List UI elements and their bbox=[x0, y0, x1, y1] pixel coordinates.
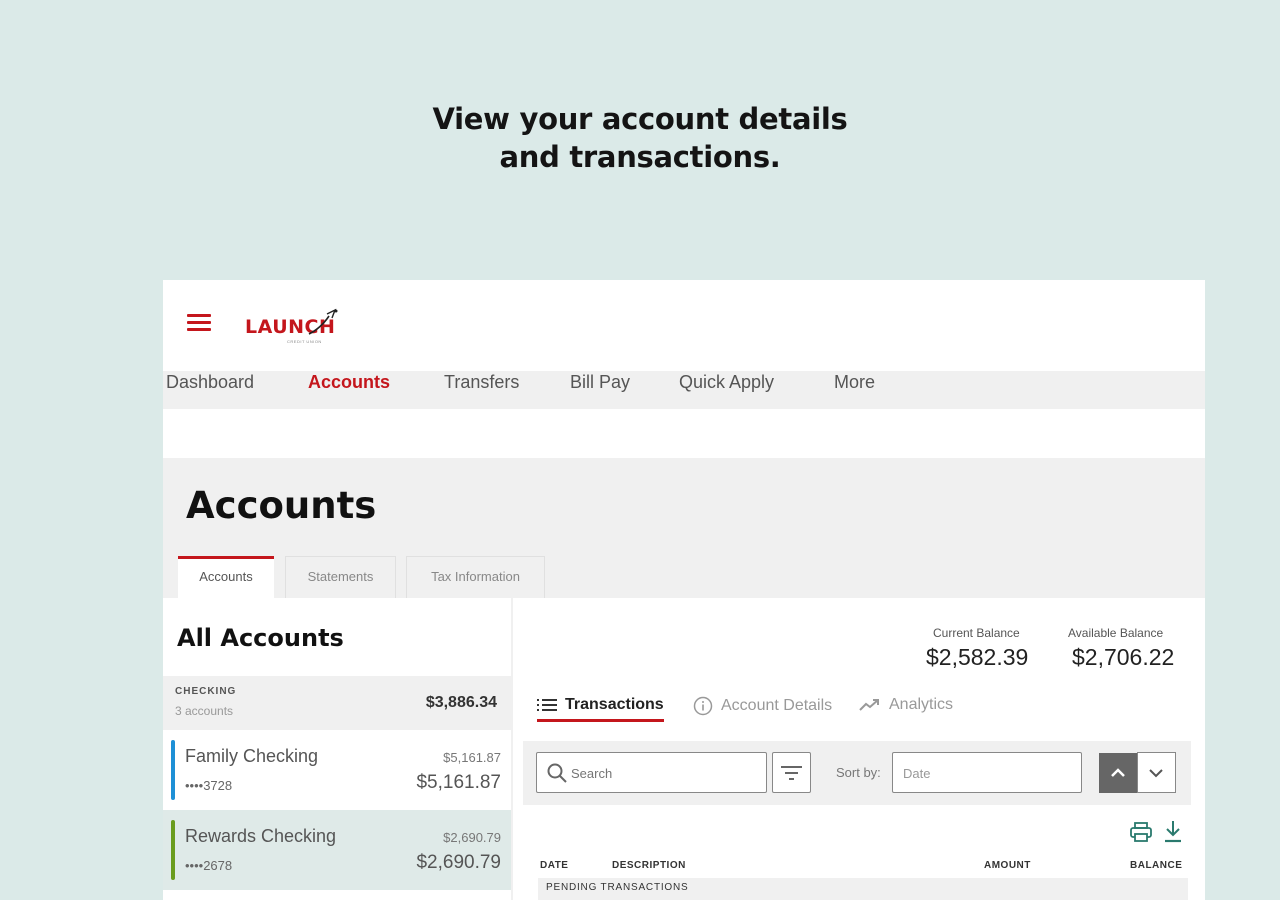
filter-icon bbox=[781, 766, 802, 780]
search-icon bbox=[547, 763, 567, 783]
transaction-filter-bar: Sort by: Date bbox=[523, 741, 1191, 805]
column-balance[interactable]: BALANCE bbox=[1130, 860, 1182, 871]
pending-transactions-header: PENDING TRANSACTIONS bbox=[538, 878, 1188, 900]
headline-line-2: and transactions. bbox=[499, 140, 781, 174]
account-name: Rewards Checking bbox=[185, 826, 337, 846]
nav-item-quick-apply[interactable]: Quick Apply bbox=[679, 372, 774, 393]
current-balance-value: $2,582.39 bbox=[926, 644, 1029, 670]
account-available: $5,161.87 bbox=[443, 750, 501, 765]
subtab-label: Analytics bbox=[889, 696, 954, 713]
current-balance-label: Current Balance bbox=[933, 626, 1020, 640]
account-balance: $2,690.79 bbox=[416, 852, 501, 873]
column-amount[interactable]: AMOUNT bbox=[984, 860, 1031, 871]
account-group-checking[interactable]: CHECKING 3 accounts $3,886.34 bbox=[163, 676, 511, 730]
subtab-transactions[interactable]: Transactions bbox=[537, 696, 664, 722]
nav-item-dashboard[interactable]: Dashboard bbox=[166, 372, 254, 393]
main-nav: Dashboard Accounts Transfers Bill Pay Qu… bbox=[163, 371, 1205, 409]
subtab-label: Account Details bbox=[721, 697, 833, 715]
account-color-bar bbox=[171, 820, 175, 880]
headline-line-1: View your account details bbox=[432, 102, 848, 136]
column-date[interactable]: DATE bbox=[540, 860, 568, 871]
account-detail-panel: Current Balance $2,582.39 Available Bala… bbox=[513, 598, 1205, 900]
nav-item-more[interactable]: More bbox=[834, 372, 875, 393]
available-balance-label: Available Balance bbox=[1068, 626, 1164, 640]
subtab-analytics[interactable]: Analytics bbox=[859, 696, 953, 722]
sort-label: Sort by: bbox=[836, 765, 881, 780]
tab-statements[interactable]: Statements bbox=[285, 556, 396, 598]
group-label: CHECKING bbox=[175, 686, 237, 697]
sort-select[interactable]: Date bbox=[892, 752, 1082, 793]
nav-item-accounts[interactable]: Accounts bbox=[308, 372, 390, 393]
chevron-down-icon bbox=[1149, 769, 1163, 778]
account-name: Family Checking bbox=[185, 746, 319, 766]
chevron-up-icon bbox=[1111, 768, 1125, 777]
account-row-rewards-checking[interactable]: Rewards Checking ••••2678 $2,690.79 $2,6… bbox=[163, 810, 511, 890]
filter-button[interactable] bbox=[772, 752, 811, 793]
tab-accounts[interactable]: Accounts bbox=[178, 556, 274, 598]
column-description[interactable]: DESCRIPTION bbox=[612, 860, 686, 871]
nav-item-transfers[interactable]: Transfers bbox=[444, 372, 519, 393]
app-window: LAUNCH CREDIT UNION Dashboard Accounts T… bbox=[163, 280, 1205, 900]
account-color-bar bbox=[171, 740, 175, 800]
logo-subtext: CREDIT UNION bbox=[287, 339, 322, 344]
account-available: $2,690.79 bbox=[443, 830, 501, 845]
subtab-label: Transactions bbox=[565, 696, 664, 713]
subtab-account-details[interactable]: Account Details bbox=[693, 696, 832, 722]
search-field[interactable] bbox=[536, 752, 767, 793]
account-number: ••••2678 bbox=[185, 858, 233, 873]
tab-tax-information[interactable]: Tax Information bbox=[406, 556, 545, 598]
group-total: $3,886.34 bbox=[425, 694, 497, 711]
download-icon[interactable] bbox=[1163, 820, 1183, 844]
accounts-list-title: All Accounts bbox=[177, 624, 344, 652]
print-icon[interactable] bbox=[1130, 822, 1152, 842]
logo-swoosh-icon bbox=[308, 308, 338, 335]
list-icon bbox=[537, 698, 557, 711]
sort-ascending-button[interactable] bbox=[1099, 753, 1137, 793]
top-bar: LAUNCH CREDIT UNION bbox=[163, 280, 1205, 371]
accounts-page: Accounts Accounts Statements Tax Informa… bbox=[163, 458, 1205, 900]
trend-icon bbox=[859, 698, 879, 711]
account-row-family-checking[interactable]: Family Checking ••••3728 $5,161.87 $5,16… bbox=[163, 730, 511, 810]
brand-logo[interactable]: LAUNCH CREDIT UNION bbox=[245, 308, 345, 346]
menu-icon[interactable] bbox=[187, 314, 213, 334]
headline: View your account details and transactio… bbox=[0, 100, 1280, 176]
search-input[interactable] bbox=[571, 763, 751, 783]
account-balance: $5,161.87 bbox=[416, 772, 501, 793]
group-count: 3 accounts bbox=[175, 704, 234, 718]
account-number: ••••3728 bbox=[185, 778, 233, 793]
available-balance-value: $2,706.22 bbox=[1072, 644, 1175, 670]
page-title: Accounts bbox=[186, 484, 377, 527]
info-icon bbox=[693, 696, 713, 716]
nav-item-bill-pay[interactable]: Bill Pay bbox=[570, 372, 630, 393]
sort-descending-button[interactable] bbox=[1137, 752, 1176, 793]
accounts-list-panel: All Accounts CHECKING 3 accounts $3,886.… bbox=[163, 598, 511, 900]
